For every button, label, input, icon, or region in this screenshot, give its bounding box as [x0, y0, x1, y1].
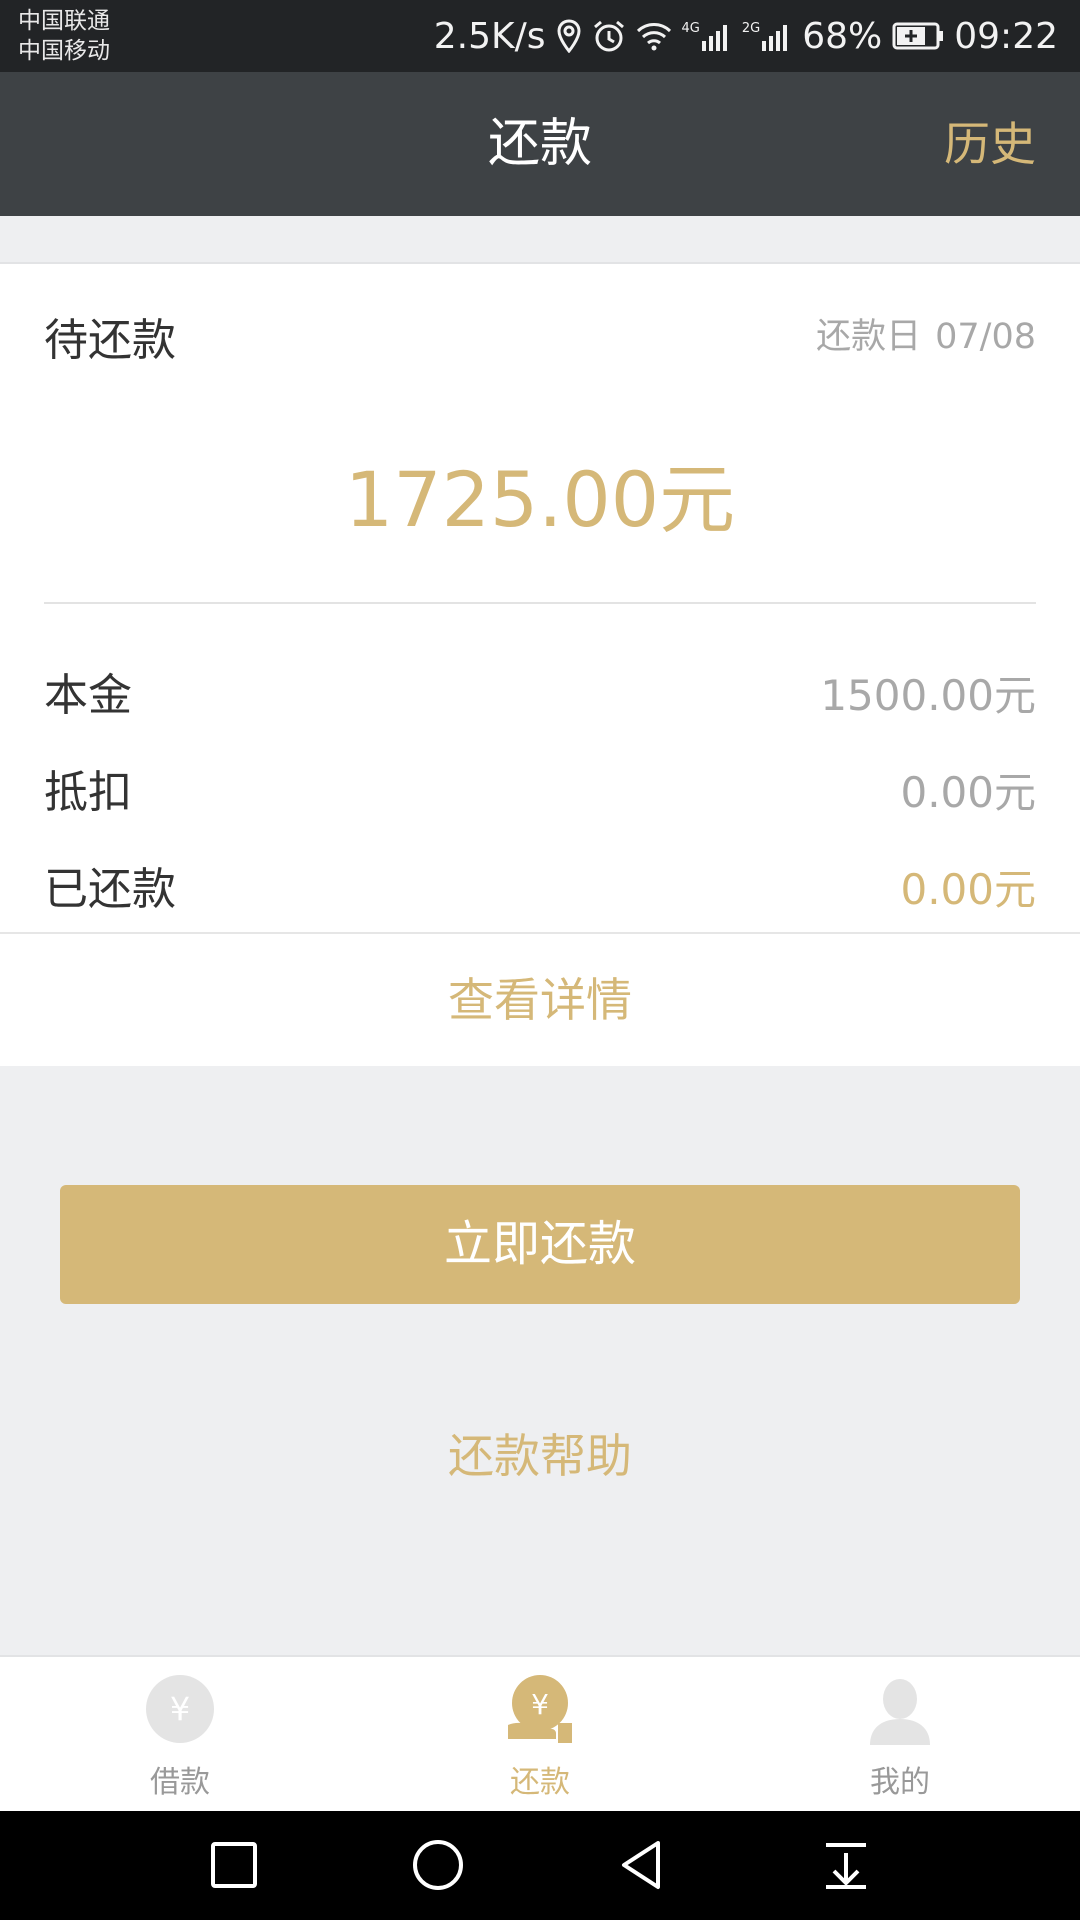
page-title: 还款 — [487, 114, 592, 174]
carrier-2: 中国移动 — [18, 38, 110, 64]
battery-charging-icon — [892, 22, 944, 50]
network-type-1: 4G — [681, 21, 700, 36]
signal-2: 2G — [742, 21, 792, 51]
notification-pulldown-icon[interactable] — [816, 1835, 876, 1895]
system-navigation-bar — [0, 1811, 1080, 1920]
deduction-value: 0.00元 — [900, 768, 1036, 817]
carrier-1: 中国联通 — [18, 8, 110, 34]
repaid-label: 已还款 — [44, 864, 176, 915]
principal-label: 本金 — [44, 670, 132, 721]
repaid-value: 0.00元 — [900, 865, 1036, 914]
due-date-label: 还款日 — [816, 317, 922, 357]
network-type-2: 2G — [741, 21, 761, 36]
signal-bars-icon — [701, 25, 727, 51]
signal-1: 4G — [682, 21, 732, 51]
location-icon — [557, 19, 581, 53]
wifi-icon — [636, 23, 671, 51]
battery-percent: 68% — [802, 15, 883, 57]
due-date-value: 07/08 — [935, 317, 1036, 357]
tab-repay[interactable]: ¥ 还款 — [430, 1657, 650, 1813]
carrier-names: 中国联通 中国移动 — [18, 6, 110, 66]
tab-borrow[interactable]: ¥ 借款 — [70, 1657, 290, 1813]
user-icon — [870, 1679, 930, 1745]
history-button[interactable]: 历史 — [944, 72, 1036, 216]
network-speed: 2.5K/s — [433, 15, 546, 57]
repayment-help-link[interactable]: 还款帮助 — [0, 1420, 1080, 1486]
principal-value: 1500.00元 — [820, 671, 1036, 720]
repay-now-button[interactable]: 立即还款 — [60, 1185, 1020, 1304]
tab-mine[interactable]: 我的 — [790, 1657, 1010, 1813]
divider — [44, 602, 1036, 604]
recent-apps-icon[interactable] — [204, 1835, 264, 1895]
tab-label: 还款 — [510, 1765, 570, 1800]
view-details-link[interactable]: 查看详情 — [0, 934, 1080, 1066]
svg-text:¥: ¥ — [531, 1688, 549, 1721]
status-indicators: 2.5K/s 4G 2G 68% 09:22 — [434, 0, 1058, 72]
pending-label: 待还款 — [44, 315, 176, 366]
deduction-row: 抵扣 0.00元 — [44, 753, 1036, 833]
pending-amount: 1725.00元 — [344, 455, 736, 544]
home-icon[interactable] — [408, 1835, 468, 1895]
deduction-label: 抵扣 — [44, 767, 132, 818]
signal-bars-icon — [762, 25, 788, 51]
status-bar: 中国联通 中国移动 2.5K/s 4G 2G 68% 09:22 — [0, 0, 1080, 72]
alarm-icon — [593, 20, 624, 52]
tab-label: 借款 — [150, 1765, 210, 1800]
due-date: 还款日 07/08 — [816, 308, 1036, 359]
svg-text:¥: ¥ — [170, 1690, 190, 1728]
yen-coin-icon: ¥ — [146, 1675, 214, 1743]
back-icon[interactable] — [612, 1835, 672, 1895]
tab-label: 我的 — [870, 1765, 930, 1800]
yen-hand-icon: ¥ — [508, 1675, 572, 1743]
repaid-row: 已还款 0.00元 — [44, 850, 1036, 930]
clock: 09:22 — [954, 15, 1058, 57]
bottom-tab-bar: ¥ 借款 ¥ 还款 我的 — [0, 1655, 1080, 1813]
top-nav-bar: 还款 历史 — [0, 72, 1080, 216]
repayment-card: 待还款 还款日 07/08 1725.00元 本金 1500.00元 抵扣 0.0… — [0, 262, 1080, 1066]
principal-row: 本金 1500.00元 — [44, 656, 1036, 736]
